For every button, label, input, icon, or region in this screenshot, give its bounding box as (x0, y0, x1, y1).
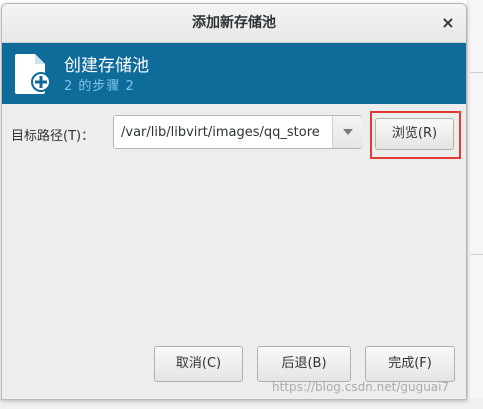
target-path-label: 目标路径(T)： (11, 129, 95, 144)
background-window-edge (467, 0, 483, 409)
finish-button[interactable]: 完成(F) (365, 346, 455, 382)
cancel-button[interactable]: 取消(C) (154, 346, 243, 382)
wizard-step-indicator: 2 的步骤 2 (64, 79, 135, 94)
background-divider (470, 254, 483, 255)
dialog-title: 添加新存储池 (192, 15, 276, 31)
background-divider (470, 72, 483, 73)
wizard-title: 创建存储池 (64, 56, 149, 76)
add-storage-pool-dialog: 添加新存储池 × 创建存储池 2 的步骤 2 目标路径(T)： 浏览(R) 取消… (1, 3, 467, 400)
combo-dropdown-button[interactable] (333, 116, 362, 148)
target-path-input[interactable] (114, 116, 329, 148)
wizard-header: 创建存储池 2 的步骤 2 (2, 43, 466, 104)
close-icon[interactable]: × (438, 13, 458, 33)
dialog-titlebar[interactable]: 添加新存储池 × (2, 4, 466, 43)
new-document-plus-icon (15, 54, 51, 94)
target-path-combobox[interactable] (113, 115, 362, 149)
chevron-down-icon (343, 129, 353, 135)
annotation-highlight-box (370, 111, 461, 159)
watermark-text: https://blog.csdn.net/guguai7 (272, 380, 450, 394)
back-button[interactable]: 后退(B) (257, 346, 351, 382)
